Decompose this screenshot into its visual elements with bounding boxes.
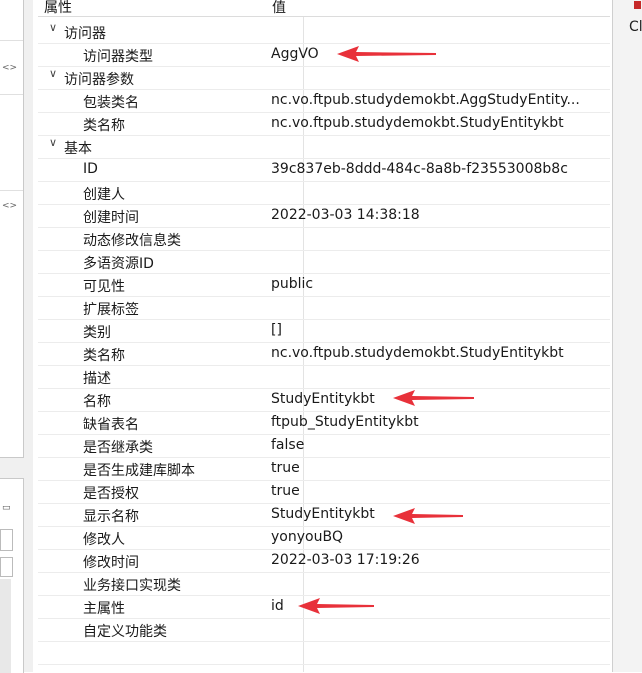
annotation-arrows	[298, 46, 474, 614]
red-arrow-annotation	[393, 508, 463, 524]
red-arrow-annotation	[298, 598, 374, 614]
red-arrow-annotation	[337, 46, 436, 62]
red-arrow-annotation	[393, 390, 474, 406]
